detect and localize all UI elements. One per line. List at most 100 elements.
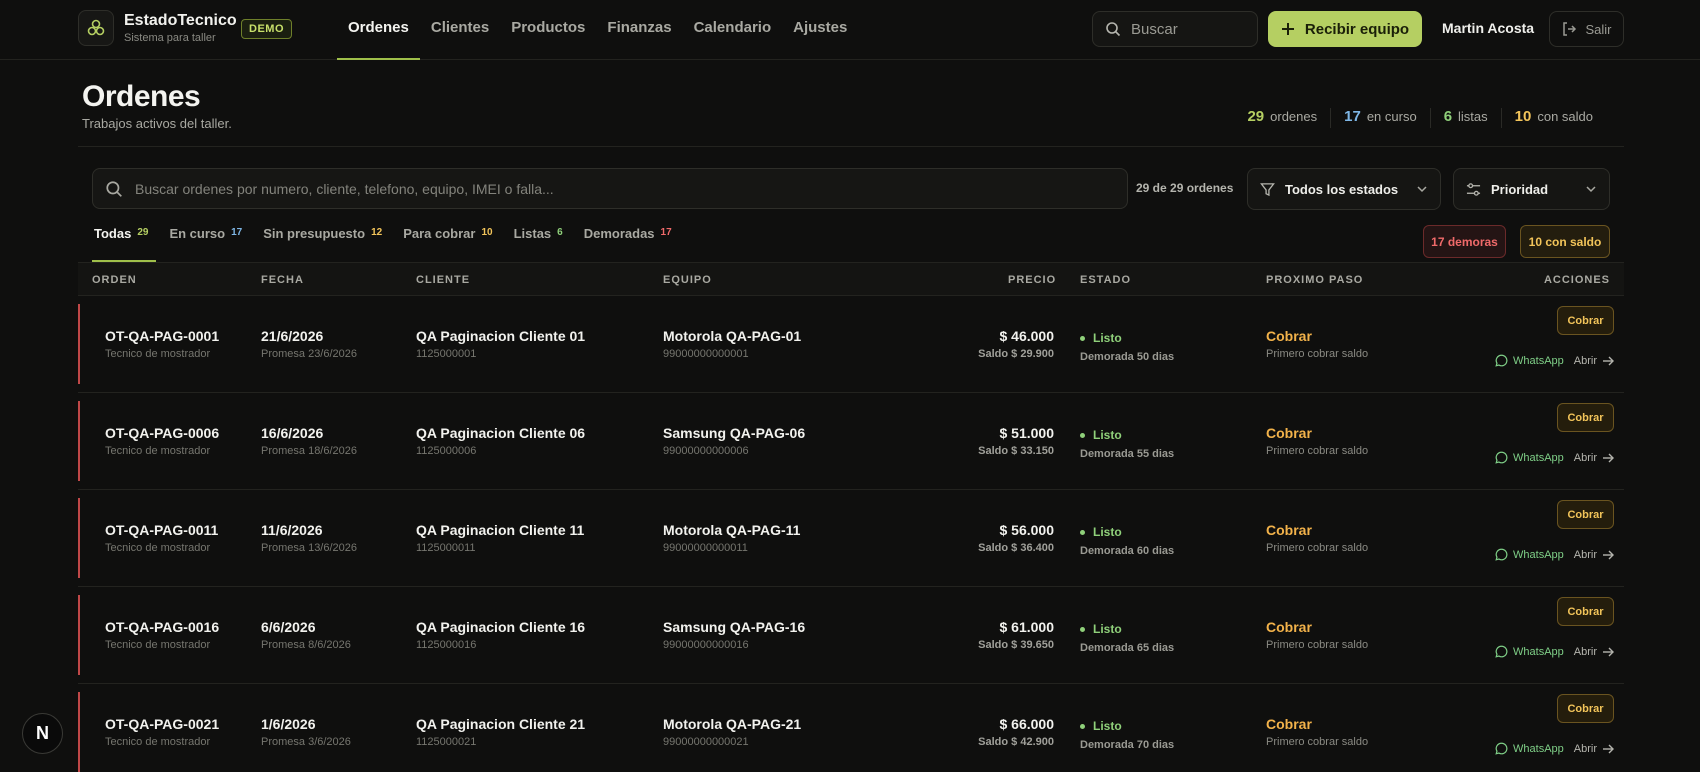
whatsapp-link[interactable]: WhatsApp [1495, 645, 1564, 658]
client-phone: 1125000016 [416, 639, 477, 651]
stat-number: 6 [1443, 108, 1453, 125]
receive-device-button[interactable]: Recibir equipo [1268, 11, 1422, 47]
open-order-link[interactable]: Abrir [1574, 549, 1614, 561]
logout-button[interactable]: Salir [1549, 11, 1624, 47]
charge-button[interactable]: Cobrar [1557, 403, 1614, 432]
whatsapp-link[interactable]: WhatsApp [1495, 548, 1564, 561]
client-name[interactable]: QA Paginacion Cliente 01 [416, 328, 585, 344]
order-cell: OT-QA-PAG-0011 Tecnico de mostrador [105, 522, 218, 554]
device-imei: 99000000000016 [663, 639, 749, 651]
open-order-link[interactable]: Abrir [1574, 646, 1614, 658]
order-price: $ 66.000 [999, 716, 1055, 732]
client-name[interactable]: QA Paginacion Cliente 06 [416, 425, 585, 441]
status-filter-select[interactable]: Todos los estados [1247, 168, 1441, 210]
table-header: ORDEN FECHA CLIENTE EQUIPO PRECIO ESTADO… [78, 262, 1624, 296]
status-label: Listo [1093, 331, 1122, 345]
whatsapp-label: WhatsApp [1513, 742, 1564, 755]
whatsapp-label: WhatsApp [1513, 645, 1564, 658]
charge-button[interactable]: Cobrar [1557, 694, 1614, 723]
tab-para-cobrar[interactable]: Para cobrar 10 [403, 226, 513, 262]
date-cell: 21/6/2026 Promesa 23/6/2026 [261, 328, 357, 360]
tab-todas[interactable]: Todas 29 [91, 226, 169, 262]
results-count: 29 de 29 ordenes [1136, 181, 1234, 195]
nav-item-clientes[interactable]: Clientes [420, 0, 500, 60]
client-cell: QA Paginacion Cliente 06 1125000006 [416, 425, 585, 457]
app-logo-icon[interactable] [78, 10, 114, 46]
stat-label: en curso [1366, 109, 1417, 124]
next-step-label: Cobrar [1266, 619, 1312, 635]
table-row[interactable]: OT-QA-PAG-0006 Tecnico de mostrador 16/6… [78, 393, 1624, 490]
open-order-link[interactable]: Abrir [1574, 452, 1614, 464]
client-name[interactable]: QA Paginacion Cliente 11 [416, 522, 584, 538]
tab-demoradas[interactable]: Demoradas 17 [584, 226, 693, 262]
global-search-label: Buscar [1131, 20, 1178, 38]
page-subtitle: Trabajos activos del taller. [82, 116, 232, 131]
tab-count: 10 [481, 227, 493, 238]
table-row[interactable]: OT-QA-PAG-0016 Tecnico de mostrador 6/6/… [78, 587, 1624, 684]
client-name[interactable]: QA Paginacion Cliente 21 [416, 716, 585, 732]
user-name[interactable]: Martin Acosta [1442, 20, 1534, 36]
nav-item-productos[interactable]: Productos [500, 0, 596, 60]
order-balance: Saldo $ 39.650 [978, 639, 1054, 651]
next-step-detail: Primero cobrar saldo [1266, 639, 1369, 651]
delay-label: Demorada 60 dias [1080, 545, 1175, 557]
price-cell: $ 61.000 Saldo $ 39.650 [978, 619, 1054, 651]
order-number[interactable]: OT-QA-PAG-0016 [105, 619, 219, 635]
whatsapp-link[interactable]: WhatsApp [1495, 742, 1564, 755]
order-number[interactable]: OT-QA-PAG-0021 [105, 716, 219, 732]
tab-count: 6 [557, 227, 563, 238]
charge-button[interactable]: Cobrar [1557, 500, 1614, 529]
order-price: $ 51.000 [999, 425, 1055, 441]
order-number[interactable]: OT-QA-PAG-0001 [105, 328, 219, 344]
date-cell: 1/6/2026 Promesa 3/6/2026 [261, 716, 351, 748]
whatsapp-link[interactable]: WhatsApp [1495, 354, 1564, 367]
open-label: Abrir [1573, 354, 1597, 367]
table-row[interactable]: OT-QA-PAG-0011 Tecnico de mostrador 11/6… [78, 490, 1624, 587]
nav-item-ajustes[interactable]: Ajustes [782, 0, 858, 60]
table-row[interactable]: OT-QA-PAG-0001 Tecnico de mostrador 21/6… [78, 296, 1624, 393]
delayed-filter-pill[interactable]: 17 demoras [1423, 225, 1506, 258]
next-step-detail: Primero cobrar saldo [1266, 445, 1369, 457]
table-row[interactable]: OT-QA-PAG-0021 Tecnico de mostrador 1/6/… [78, 684, 1624, 772]
open-order-link[interactable]: Abrir [1574, 355, 1614, 367]
stat-label: con saldo [1537, 109, 1593, 124]
order-number[interactable]: OT-QA-PAG-0011 [105, 522, 218, 538]
client-name[interactable]: QA Paginacion Cliente 16 [416, 619, 585, 635]
order-date: 1/6/2026 [261, 716, 316, 732]
open-order-link[interactable]: Abrir [1574, 743, 1614, 755]
open-label: Abrir [1573, 548, 1597, 561]
balance-filter-pill[interactable]: 10 con saldo [1520, 225, 1610, 258]
charge-button[interactable]: Cobrar [1557, 306, 1614, 335]
status-cell: Listo Demorada 70 dias [1080, 719, 1174, 751]
nav-item-ordenes[interactable]: Ordenes [337, 0, 420, 60]
orders-search-placeholder: Buscar ordenes por numero, cliente, tele… [135, 180, 554, 197]
row-actions: WhatsApp Abrir [1495, 548, 1614, 561]
stat-en-curso: 17 en curso [1330, 108, 1430, 128]
device-name: Samsung QA-PAG-16 [663, 619, 806, 635]
price-cell: $ 56.000 Saldo $ 36.400 [978, 522, 1054, 554]
row-actions: WhatsApp Abrir [1495, 645, 1614, 658]
tab-count: 29 [137, 227, 149, 238]
orders-search-input[interactable]: Buscar ordenes por numero, cliente, tele… [92, 168, 1128, 209]
device-name: Motorola QA-PAG-01 [663, 328, 802, 344]
dev-tools-button[interactable]: N [22, 713, 63, 754]
summary-stats: 29 ordenes 17 en curso 6 listas 10 con saldo [1234, 108, 1606, 128]
delay-label: Demorada 50 dias [1080, 351, 1175, 363]
priority-sort-select[interactable]: Prioridad [1453, 168, 1610, 210]
whatsapp-link[interactable]: WhatsApp [1495, 451, 1564, 464]
plus-icon [1281, 23, 1294, 35]
stat-listas: 6 listas [1429, 108, 1501, 128]
status-dot-icon [1080, 335, 1085, 341]
tab-en-curso[interactable]: En curso 17 [169, 226, 263, 262]
tab-count: 17 [660, 227, 672, 238]
nav-item-finanzas[interactable]: Finanzas [596, 0, 682, 60]
nav-item-calendario[interactable]: Calendario [683, 0, 783, 60]
tab-listas[interactable]: Listas 6 [514, 226, 584, 262]
charge-button[interactable]: Cobrar [1557, 597, 1614, 626]
tab-label: Listas [513, 226, 552, 241]
tab-sin-presupuesto[interactable]: Sin presupuesto 12 [263, 226, 403, 262]
global-search[interactable]: Buscar [1092, 11, 1258, 47]
order-number[interactable]: OT-QA-PAG-0006 [105, 425, 219, 441]
arrow-right-icon [1603, 356, 1614, 365]
status-cell: Listo Demorada 50 dias [1080, 331, 1174, 363]
